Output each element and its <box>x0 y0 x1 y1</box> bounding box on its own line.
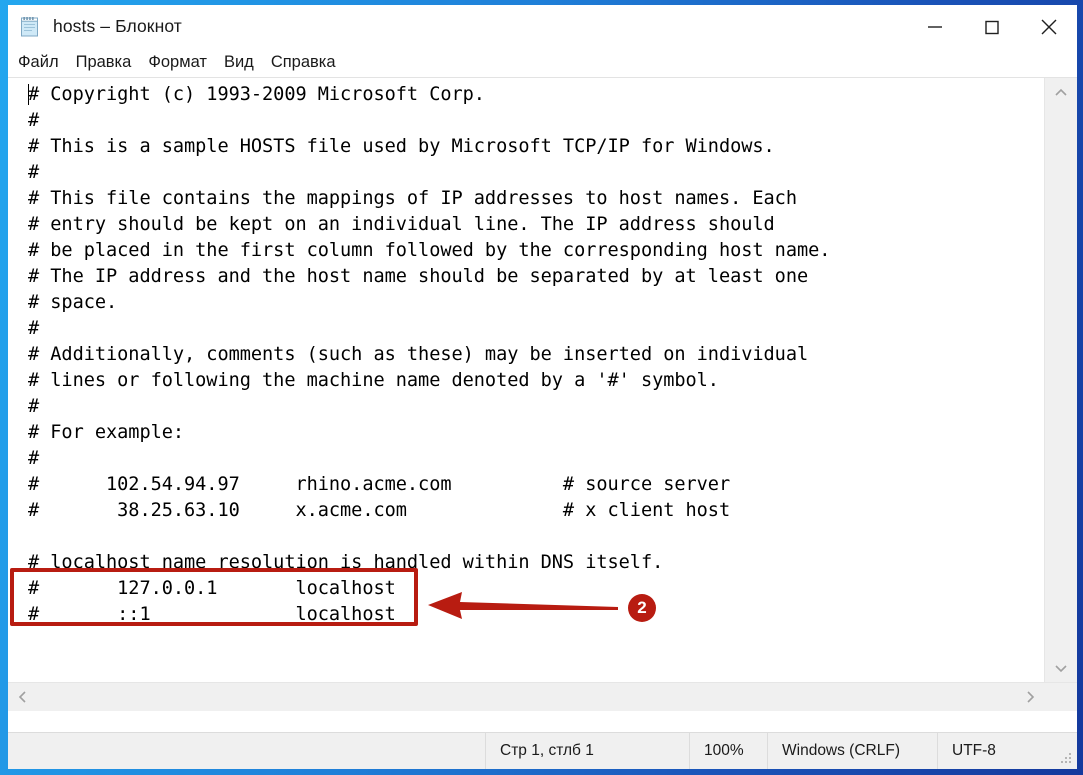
text-line: # entry should be kept on an individual … <box>28 214 775 235</box>
text-line: # space. <box>28 292 118 313</box>
menu-item-edit[interactable]: Правка <box>76 54 132 71</box>
resize-grip-icon[interactable] <box>1060 752 1072 764</box>
text-line: # Additionally, comments (such as these)… <box>28 344 809 365</box>
vertical-scrollbar[interactable] <box>1044 78 1077 683</box>
chevron-right-icon <box>1027 690 1035 703</box>
text-line: # 38.25.63.10 x.acme.com # x client host <box>28 500 731 521</box>
text-line <box>28 524 830 550</box>
text-line: # <box>28 110 40 131</box>
text-line: # be placed in the first column followed… <box>28 240 831 261</box>
scroll-up-button[interactable] <box>1045 78 1077 108</box>
status-line-ending[interactable]: Windows (CRLF) <box>767 733 937 769</box>
status-encoding[interactable]: UTF-8 <box>937 733 1077 769</box>
text-line: # For example: <box>28 422 185 443</box>
text-line: # lines or following the machine name de… <box>28 370 719 391</box>
text-line: # This is a sample HOSTS file used by Mi… <box>28 136 775 157</box>
text-line: # <box>28 448 40 469</box>
scroll-left-button[interactable] <box>8 683 38 710</box>
editor-area: # Copyright (c) 1993-2009 Microsoft Corp… <box>8 77 1077 711</box>
menu-item-help[interactable]: Справка <box>271 54 336 71</box>
text-line: # <box>28 396 40 417</box>
window-client-area: hosts – Блокнот Файл Правка Формат Вид С… <box>8 5 1077 769</box>
minimize-icon <box>927 25 942 28</box>
status-zoom-level[interactable]: 100% <box>689 733 767 769</box>
text-line: # The IP address and the host name shoul… <box>28 266 809 287</box>
scroll-down-button[interactable] <box>1045 653 1077 683</box>
status-bar: Стр 1, стлб 1 100% Windows (CRLF) UTF-8 <box>8 732 1077 769</box>
scrollbar-corner <box>1045 683 1077 711</box>
text-line: # <box>28 162 40 183</box>
text-editor[interactable]: # Copyright (c) 1993-2009 Microsoft Corp… <box>8 78 1045 683</box>
text-line: # localhost name resolution is handled w… <box>28 552 664 573</box>
title-bar: hosts – Блокнот <box>8 5 1077 48</box>
status-spacer <box>8 733 485 769</box>
notepad-window: hosts – Блокнот Файл Правка Формат Вид С… <box>0 0 1083 775</box>
maximize-button[interactable] <box>963 5 1020 48</box>
menu-item-view[interactable]: Вид <box>224 54 254 71</box>
menu-bar: Файл Правка Формат Вид Справка <box>8 48 1077 77</box>
text-content: # Copyright (c) 1993-2009 Microsoft Corp… <box>28 82 830 628</box>
text-line: # 127.0.0.1 localhost <box>28 578 396 599</box>
text-line: # This file contains the mappings of IP … <box>28 188 797 209</box>
scroll-right-button[interactable] <box>1015 683 1045 710</box>
text-line: # 102.54.94.97 rhino.acme.com # source s… <box>28 474 731 495</box>
close-button[interactable] <box>1020 5 1077 48</box>
close-icon <box>1041 19 1056 34</box>
minimize-button[interactable] <box>906 5 963 48</box>
notepad-icon <box>21 16 38 36</box>
text-caret <box>28 84 29 105</box>
menu-item-format[interactable]: Формат <box>148 54 207 71</box>
menu-item-file[interactable]: Файл <box>18 54 59 71</box>
chevron-left-icon <box>18 690 26 703</box>
text-line: # Copyright (c) 1993-2009 Microsoft Corp… <box>28 84 485 105</box>
maximize-icon <box>984 20 999 34</box>
horizontal-scrollbar[interactable] <box>8 682 1077 711</box>
status-cursor-position: Стр 1, стлб 1 <box>485 733 689 769</box>
text-line: # <box>28 318 40 339</box>
chevron-up-icon <box>1055 88 1067 96</box>
chevron-down-icon <box>1055 665 1067 673</box>
window-title: hosts – Блокнот <box>53 16 182 36</box>
window-controls <box>906 5 1077 48</box>
text-line: # ::1 localhost <box>28 604 396 625</box>
